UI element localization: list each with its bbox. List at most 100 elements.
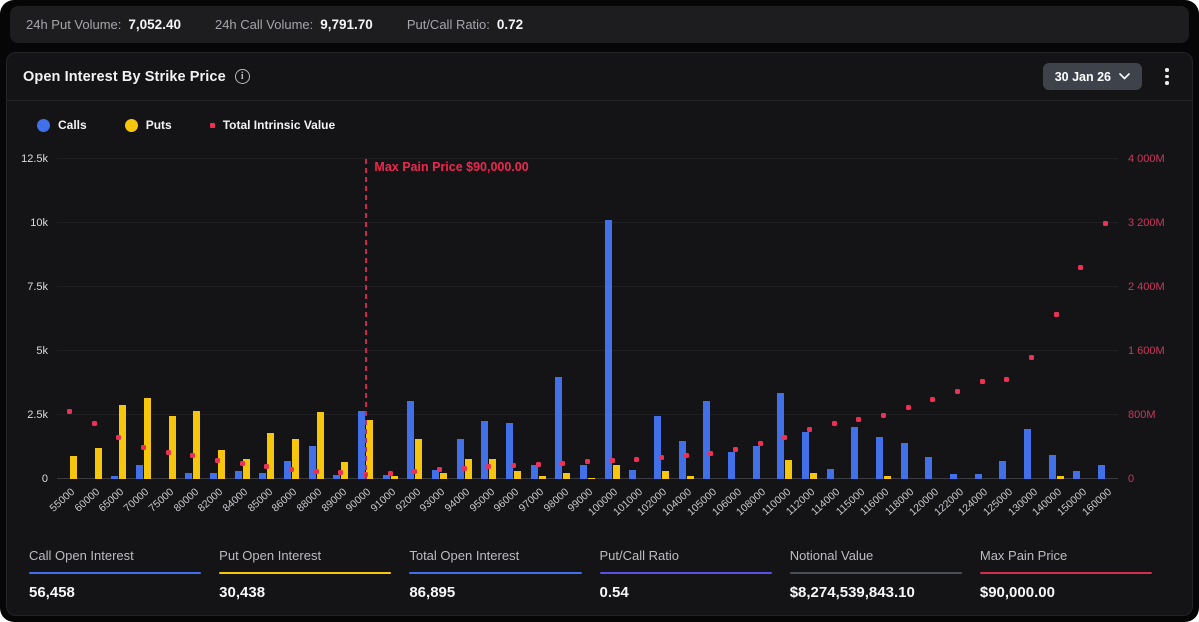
chevron-down-icon [1119,73,1130,80]
strike-slot-55000: 55000 [57,159,82,479]
strike-slot-94000: 94000 [452,159,477,479]
call-bar [975,474,982,479]
intrinsic-value-dot [67,409,72,414]
x-tick-label: 82000 [196,486,226,514]
info-icon[interactable]: i [235,69,250,84]
stat-value: $90,000.00 [980,584,1152,601]
stat-label: Max Pain Price [980,548,1152,563]
strike-slot-140000: 140000 [1044,159,1069,479]
put-bar [144,398,151,479]
intrinsic-value-dot [264,464,269,469]
strike-slot-100000: 100000 [600,159,625,479]
put-bar [193,411,200,479]
put-bar [514,471,521,479]
strike-slot-86000: 86000 [279,159,304,479]
topbar-stat-value: 7,052.40 [128,17,181,32]
max-pain-line [365,159,367,479]
put-bar [169,416,176,479]
x-tick-label: 92000 [393,486,423,514]
legend-label: Total Intrinsic Value [223,118,335,132]
intrinsic-value-dot [1103,221,1108,226]
call-bar [457,439,464,479]
y-tick-label-left: 12.5k [21,153,48,165]
call-bar [506,423,513,479]
intrinsic-value-dot [832,421,837,426]
call-bar [728,452,735,479]
intrinsic-value-dot [807,427,812,432]
intrinsic-value-dot [856,417,861,422]
strike-slot-92000: 92000 [402,159,427,479]
stat-value: 30,438 [219,584,391,601]
intrinsic-value-dot [289,467,294,472]
call-bar [851,427,858,479]
put-bar [267,433,274,479]
put-bar [218,450,225,479]
put-bar [440,473,447,479]
intrinsic-value-dot [141,445,146,450]
intrinsic-value-dot [881,413,886,418]
intrinsic-value-dot [314,469,319,474]
put-bar [489,459,496,479]
topbar-stat-label: 24h Put Volume: [26,17,121,32]
stat-call-open-interest: Call Open Interest56,458 [29,548,201,602]
intrinsic-value-dot [92,421,97,426]
call-bar [309,446,316,479]
stat-total-open-interest: Total Open Interest86,895 [409,548,581,602]
left-axis: 02.5k5k7.5k10k12.5k [7,159,51,479]
x-tick-label: 86000 [270,486,300,514]
topbar-stat-2: Put/Call Ratio:0.72 [407,17,523,32]
x-tick-label: 94000 [442,486,472,514]
panel-header: Open Interest By Strike Price i 30 Jan 2… [7,53,1192,101]
legend-marker-icon [37,119,50,132]
put-bar [687,476,694,479]
strike-slot-122000: 122000 [945,159,970,479]
topbar-stat-value: 0.72 [497,17,523,32]
intrinsic-value-dot [462,466,467,471]
strike-slot-116000: 116000 [871,159,896,479]
legend-item-puts[interactable]: Puts [125,118,172,132]
put-bar [613,465,620,479]
intrinsic-value-dot [955,389,960,394]
intrinsic-value-dot [215,458,220,463]
intrinsic-value-dot [659,455,664,460]
stat-put-open-interest: Put Open Interest30,438 [219,548,391,602]
intrinsic-value-dot [116,435,121,440]
y-tick-label-right: 800M [1128,409,1156,421]
call-bar [185,473,192,479]
call-bar [358,411,365,479]
strike-slot-124000: 124000 [970,159,995,479]
call-bar [703,401,710,479]
strike-slot-65000: 65000 [106,159,131,479]
call-bar [999,461,1006,479]
expiry-dropdown[interactable]: 30 Jan 26 [1043,63,1142,90]
intrinsic-value-dot [708,451,713,456]
put-bar [119,405,126,479]
x-tick-label: 89000 [319,486,349,514]
x-tick-label: 84000 [220,486,250,514]
legend-label: Puts [146,118,172,132]
strike-slot-88000: 88000 [304,159,329,479]
intrinsic-value-dot [610,458,615,463]
strike-slot-160000: 160000 [1093,159,1118,479]
topbar-stat-1: 24h Call Volume:9,791.70 [215,17,373,32]
intrinsic-value-dot [240,461,245,466]
x-tick-label: 60000 [72,486,102,514]
strike-slot-75000: 75000 [156,159,181,479]
open-interest-panel: Open Interest By Strike Price i 30 Jan 2… [6,52,1193,616]
intrinsic-value-dot [733,447,738,452]
x-tick-label: 97000 [516,486,546,514]
intrinsic-value-dot [1029,355,1034,360]
strike-slot-101000: 101000 [625,159,650,479]
more-options-icon[interactable] [1158,66,1176,88]
legend-item-calls[interactable]: Calls [37,118,87,132]
footer-stats: Call Open Interest56,458 Put Open Interes… [29,548,1170,602]
x-tick-label: 65000 [97,486,127,514]
legend-item-total-intrinsic-value[interactable]: Total Intrinsic Value [210,118,335,132]
stat-underline [600,572,772,575]
strike-slot-105000: 105000 [699,159,724,479]
y-tick-label-right: 0 [1128,473,1134,485]
call-bar [1098,465,1105,479]
x-tick-label: 88000 [294,486,324,514]
intrinsic-value-dot [634,457,639,462]
call-bar [383,475,390,479]
